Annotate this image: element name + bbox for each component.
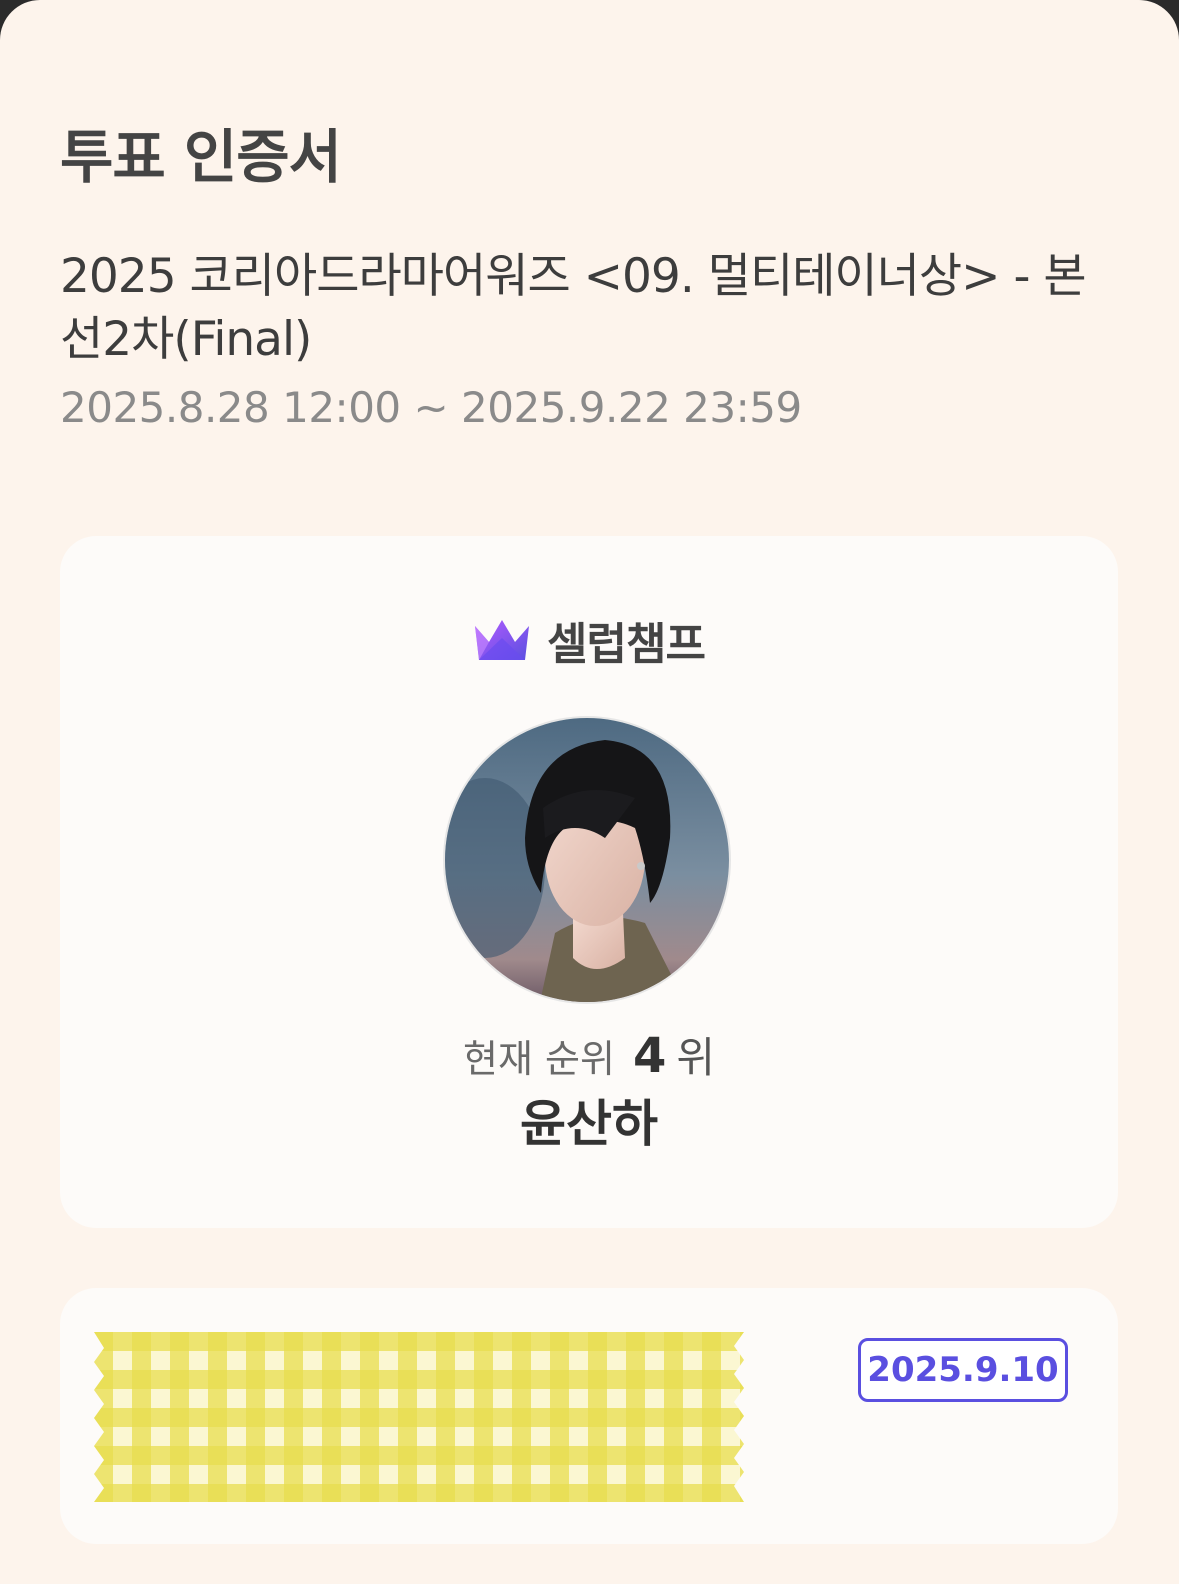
- avatar: [445, 718, 729, 1002]
- event-title: 2025 코리아드라마어워즈 <09. 멀티테이너상> - 본선2차(Final…: [60, 249, 1087, 367]
- certificate-sheet: 투표 인증서 2025 코리아드라마어워즈 <09. 멀티테이너상> - 본선2…: [0, 0, 1179, 1584]
- celebrity-name: 윤산하: [520, 1095, 658, 1153]
- rank-unit: 위: [676, 1033, 715, 1082]
- vote-date-card: 2025.9.10: [60, 1288, 1118, 1544]
- page-title: 투표 인증서: [60, 123, 342, 191]
- vote-date-badge: 2025.9.10: [858, 1338, 1068, 1402]
- rank-label: 현재 순위: [463, 1037, 615, 1081]
- vote-card: 셀럽챔프 현재 순위 4 위 윤산하: [60, 536, 1118, 1228]
- celebrity-photo: [445, 718, 729, 1002]
- rank-value: 4: [632, 1028, 667, 1084]
- brand-name: 셀럽챔프: [547, 619, 706, 670]
- brand-logo: 셀럽챔프: [60, 608, 1118, 672]
- rank-row: 현재 순위 4 위: [60, 1024, 1118, 1085]
- masking-tape-decoration: [94, 1332, 744, 1502]
- crown-icon: [475, 620, 530, 660]
- event-period: 2025.8.28 12:00 ~ 2025.9.22 23:59: [60, 383, 802, 432]
